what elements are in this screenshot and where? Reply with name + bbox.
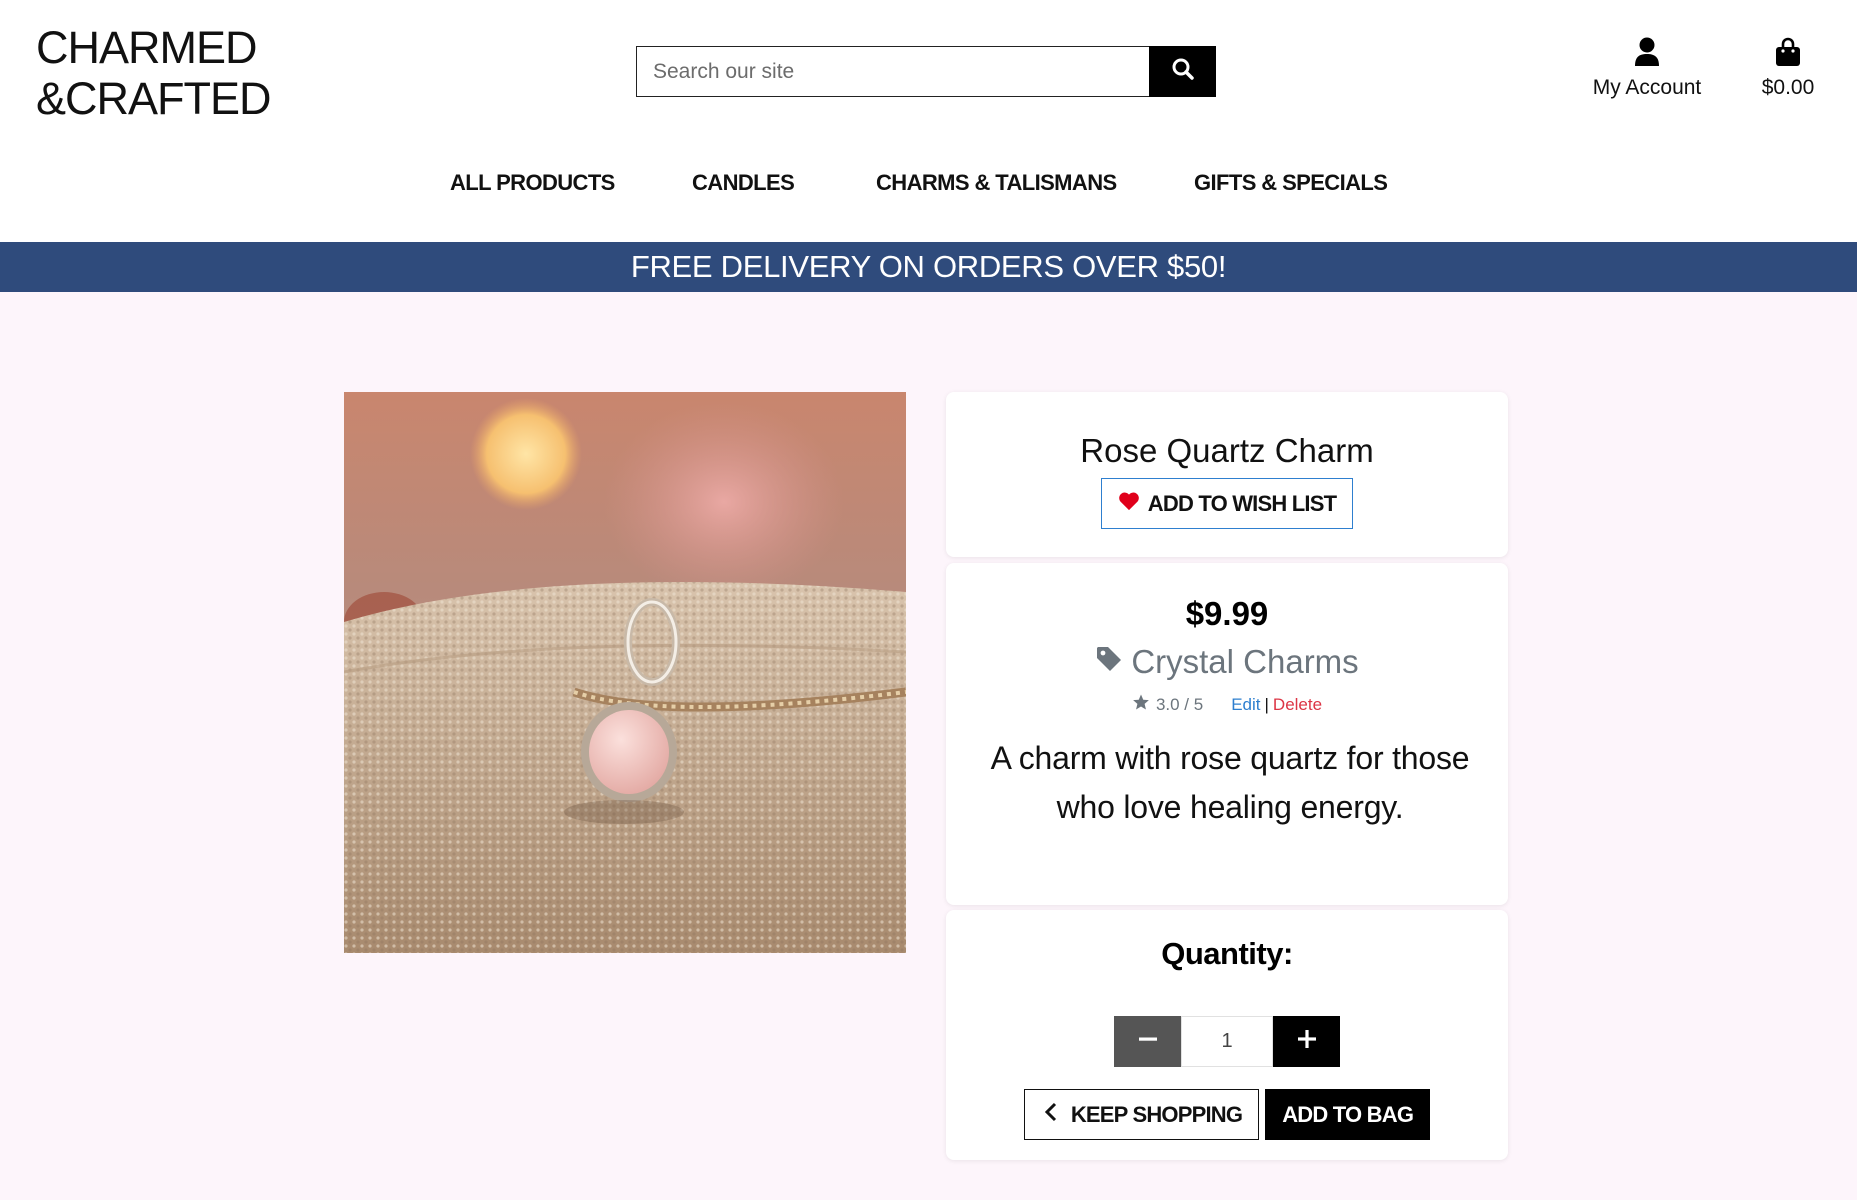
edit-product-link[interactable]: Edit xyxy=(1231,695,1260,715)
brand-logo[interactable]: CHARMED &CRAFTED xyxy=(36,22,272,124)
delete-product-link[interactable]: Delete xyxy=(1273,695,1322,715)
shopping-bag-icon xyxy=(1775,37,1801,72)
site-header: CHARMED &CRAFTED My Account $0.00 ALL PR… xyxy=(0,0,1857,242)
product-name: Rose Quartz Charm xyxy=(1080,432,1374,469)
star-icon xyxy=(1132,693,1150,716)
nav-all-products[interactable]: ALL PRODUCTS xyxy=(450,170,615,196)
add-to-wishlist-label: ADD TO WISH LIST xyxy=(1147,490,1337,516)
product-rating-value: 3.0 / 5 xyxy=(1155,694,1204,714)
search-button[interactable] xyxy=(1149,46,1216,97)
brand-logo-line2: &CRAFTED xyxy=(36,73,272,124)
keep-shopping-label: KEEP SHOPPING xyxy=(1070,1101,1243,1127)
product-meta: 3.0 / 5 Edit | Delete xyxy=(946,693,1508,716)
quantity-stepper xyxy=(946,1016,1508,1067)
quantity-title: Quantity: xyxy=(1161,936,1293,971)
product-description: A charm with rose quartz for those who l… xyxy=(990,740,1470,825)
product-title-card: Rose Quartz Charm ADD TO WISH LIST xyxy=(946,392,1508,557)
product-rating: 3.0 / 5 xyxy=(1132,693,1203,716)
nav-charms-talismans[interactable]: CHARMS & TALISMANS xyxy=(876,170,1117,196)
search-icon xyxy=(1171,57,1195,86)
product-info-card: $9.99 Crystal Charms 3.0 / 5 Edit | Dele… xyxy=(946,563,1508,905)
quantity-card: Quantity: KEEP SHOPPING ADD TO BAG xyxy=(946,910,1508,1160)
my-account-link[interactable]: My Account xyxy=(1582,37,1712,100)
delivery-banner: FREE DELIVERY ON ORDERS OVER $50! xyxy=(0,242,1857,292)
search-input[interactable] xyxy=(636,46,1149,97)
bag-total: $0.00 xyxy=(1761,76,1815,99)
quantity-input[interactable] xyxy=(1181,1016,1273,1067)
plus-icon xyxy=(1297,1029,1317,1054)
product-category: Crystal Charms xyxy=(1131,643,1359,680)
increment-quantity-button[interactable] xyxy=(1273,1016,1340,1067)
brand-logo-line1: CHARMED xyxy=(36,22,258,73)
add-to-wishlist-button[interactable]: ADD TO WISH LIST xyxy=(1100,478,1354,529)
product-image xyxy=(344,392,906,953)
nav-candles[interactable]: CANDLES xyxy=(692,170,795,196)
shopping-bag-link[interactable]: $0.00 xyxy=(1752,37,1824,100)
main-nav: ALL PRODUCTS CANDLES CHARMS & TALISMANS … xyxy=(0,170,1857,206)
nav-gifts-specials[interactable]: GIFTS & SPECIALS xyxy=(1194,170,1388,196)
search-form xyxy=(636,46,1216,97)
product-actions: KEEP SHOPPING ADD TO BAG xyxy=(946,1089,1508,1140)
my-account-label: My Account xyxy=(1592,76,1702,99)
decrement-quantity-button[interactable] xyxy=(1114,1016,1181,1067)
user-icon xyxy=(1634,37,1660,72)
link-separator: | xyxy=(1264,694,1269,714)
chevron-left-icon xyxy=(1044,1102,1057,1128)
product-price: $9.99 xyxy=(1185,595,1269,632)
add-to-bag-button[interactable]: ADD TO BAG xyxy=(1265,1089,1431,1140)
product-category-link[interactable]: Crystal Charms xyxy=(1095,643,1359,681)
heart-icon xyxy=(1118,491,1140,517)
minus-icon xyxy=(1138,1029,1158,1054)
tag-icon xyxy=(1095,643,1123,681)
keep-shopping-button[interactable]: KEEP SHOPPING xyxy=(1023,1089,1260,1140)
